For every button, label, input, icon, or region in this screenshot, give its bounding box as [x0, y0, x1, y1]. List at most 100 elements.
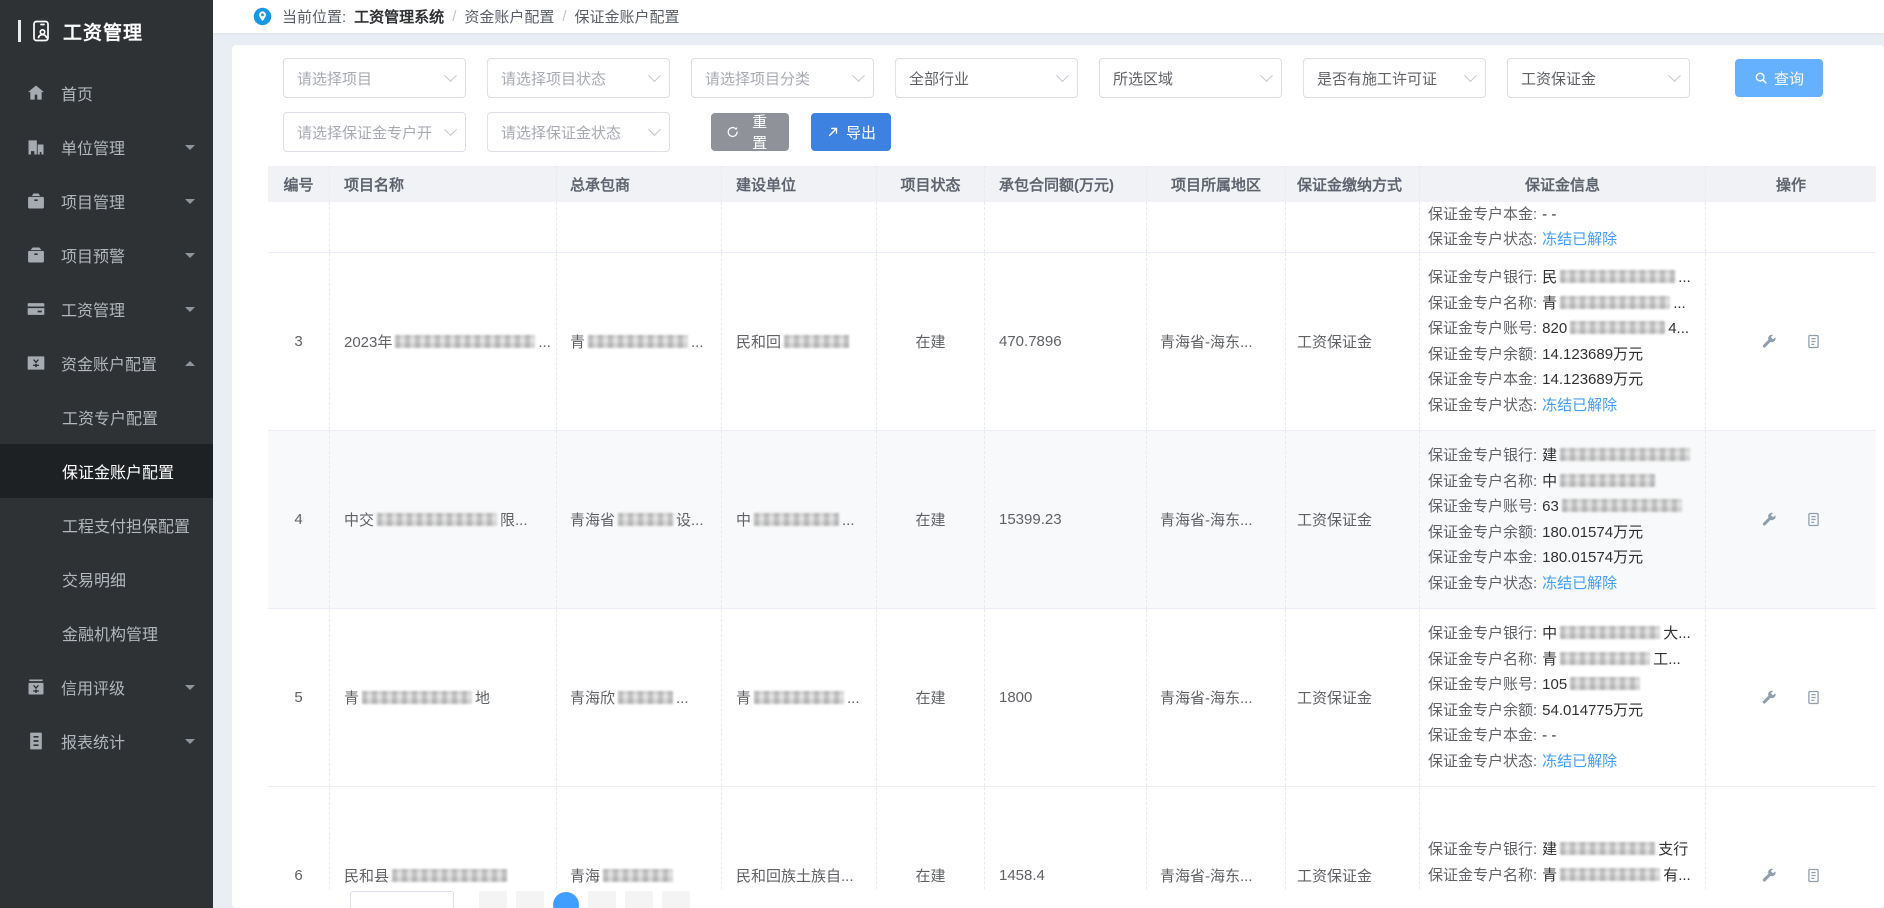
- cell-status: 在建: [877, 609, 985, 786]
- detail-doc-icon[interactable]: [1805, 511, 1822, 528]
- search-button[interactable]: 查询: [1735, 59, 1823, 97]
- breadcrumb: 当前位置: 工资管理系统 / 资金账户配置 / 保证金账户配置: [282, 6, 680, 27]
- cell-no: 3: [268, 253, 330, 430]
- pagination-next-button[interactable]: [662, 891, 690, 908]
- table-row-partial: 保证金专户本金:- - 保证金专户状态:冻结已解除: [268, 202, 1876, 253]
- cell-amount: 1458.4: [985, 787, 1147, 890]
- cell-amount: 15399.23: [985, 431, 1147, 608]
- col-header-operations: 操作: [1706, 166, 1876, 202]
- yuan-doc-icon: [26, 677, 46, 697]
- chevron-down-icon: [648, 69, 661, 82]
- cell-project-name: 青地: [330, 609, 557, 786]
- status-link[interactable]: 冻结已解除: [1542, 397, 1617, 414]
- select-deposit-account-bank[interactable]: 请选择保证金专户开: [283, 112, 466, 152]
- chevron-down-icon: [1056, 69, 1069, 82]
- select-industry[interactable]: 全部行业: [895, 58, 1078, 98]
- cell-method: 工资保证金: [1286, 253, 1420, 430]
- status-link[interactable]: 冻结已解除: [1542, 753, 1617, 770]
- clipboard-icon: [26, 731, 46, 751]
- select-deposit-status[interactable]: 请选择保证金状态: [487, 112, 670, 152]
- select-project-category[interactable]: 请选择项目分类: [691, 58, 874, 98]
- breadcrumb-root[interactable]: 工资管理系统: [354, 6, 444, 27]
- pagination: [350, 891, 690, 908]
- col-header-method: 保证金缴纳方式: [1286, 166, 1420, 202]
- cell-no: 6: [268, 787, 330, 890]
- select-construction-permit[interactable]: 是否有施工许可证: [1303, 58, 1486, 98]
- detail-doc-icon[interactable]: [1805, 689, 1822, 706]
- cell-contractor: 青海: [557, 787, 722, 890]
- detail-doc-icon[interactable]: [1805, 867, 1822, 884]
- sidebar-subitem-payment-guarantee-config[interactable]: 工程支付担保配置: [0, 498, 213, 552]
- cell-builder: 民和回: [722, 253, 877, 430]
- sidebar-item-credit-rating[interactable]: 信用评级: [0, 660, 213, 714]
- status-link[interactable]: 冻结已解除: [1542, 231, 1617, 248]
- sidebar-item-units[interactable]: 单位管理: [0, 120, 213, 174]
- select-project-status[interactable]: 请选择项目状态: [487, 58, 670, 98]
- col-header-project-name: 项目名称: [330, 166, 557, 202]
- sidebar-item-home[interactable]: 首页: [0, 66, 213, 120]
- pagination-page-size-select[interactable]: [350, 891, 454, 908]
- table-header-row: 编号 项目名称 总承包商 建设单位 项目状态 承包合同额(万元) 项目所属地区 …: [268, 166, 1876, 202]
- table-row-5: 5 青地 青海欣... 青... 在建 1800 青海省-海东... 工资保证金…: [268, 609, 1876, 787]
- pagination-page-button[interactable]: [625, 891, 653, 908]
- cell-status: 在建: [877, 787, 985, 890]
- sidebar-item-fund-accounts[interactable]: 资金账户配置: [0, 336, 213, 390]
- chevron-up-icon: [185, 361, 195, 366]
- cell-contractor: 青海省设...: [557, 431, 722, 608]
- wrench-icon[interactable]: [1760, 511, 1777, 528]
- cell-method: 工资保证金: [1286, 787, 1420, 890]
- chevron-down-icon: [185, 253, 195, 258]
- yuan-card-icon: [26, 353, 46, 373]
- sidebar-subitem-transaction-detail[interactable]: 交易明细: [0, 552, 213, 606]
- sidebar-subitem-deposit-account-config[interactable]: 保证金账户配置: [0, 444, 213, 498]
- cell-region: 青海省-海东...: [1147, 609, 1286, 786]
- pagination-active-page[interactable]: [553, 892, 579, 908]
- chevron-down-icon: [1464, 69, 1477, 82]
- app-logo: 工资管理: [0, 0, 213, 62]
- sidebar-subitem-wage-account-config[interactable]: 工资专户配置: [0, 390, 213, 444]
- select-deposit-type[interactable]: 工资保证金: [1507, 58, 1690, 98]
- breadcrumb-level2[interactable]: 保证金账户配置: [575, 6, 680, 27]
- chevron-down-icon: [1668, 69, 1681, 82]
- sidebar-item-project-warning[interactable]: 项目预警: [0, 228, 213, 282]
- status-link[interactable]: 冻结已解除: [1542, 575, 1617, 592]
- chevron-down-icon: [185, 199, 195, 204]
- cell-operations: [1706, 253, 1876, 430]
- wrench-icon[interactable]: [1760, 689, 1777, 706]
- export-button[interactable]: 导出: [811, 113, 891, 151]
- badge-icon: [29, 19, 53, 43]
- sidebar-item-report-statistics[interactable]: 报表统计: [0, 714, 213, 768]
- breadcrumb-level1[interactable]: 资金账户配置: [464, 6, 554, 27]
- cell-builder: 民和回族土族自...: [722, 787, 877, 890]
- detail-doc-icon[interactable]: [1805, 333, 1822, 350]
- cell-operations: [1706, 787, 1876, 890]
- chevron-down-icon: [185, 145, 195, 150]
- wrench-icon[interactable]: [1760, 333, 1777, 350]
- content-card: 请选择项目 请选择项目状态 请选择项目分类 全部行业 所选区域 是否有施工许可证…: [232, 45, 1884, 908]
- refresh-icon: [726, 125, 739, 139]
- sidebar-menu: 首页 单位管理 项目管理 项目预警 工资管理 资金账户配置 工资专户: [0, 62, 213, 768]
- sidebar-subitem-financial-institution[interactable]: 金融机构管理: [0, 606, 213, 660]
- search-icon: [1754, 71, 1768, 85]
- pagination-page-button[interactable]: [588, 891, 616, 908]
- reset-button[interactable]: 重置: [711, 113, 789, 151]
- cell-contractor: 青...: [557, 253, 722, 430]
- table-body: 保证金专户本金:- - 保证金专户状态:冻结已解除 3 2023年... 青..…: [268, 202, 1876, 890]
- chevron-down-icon: [444, 123, 457, 136]
- deposit-info-cell: 保证金专户银行:民... 保证金专户名称:青... 保证金专户账号:8204..…: [1420, 253, 1706, 430]
- cell-project-name: 中交限...: [330, 431, 557, 608]
- cell-region: 青海省-海东...: [1147, 253, 1286, 430]
- wrench-icon[interactable]: [1760, 867, 1777, 884]
- select-project[interactable]: 请选择项目: [283, 58, 466, 98]
- select-region[interactable]: 所选区域: [1099, 58, 1282, 98]
- sidebar-item-wage[interactable]: 工资管理: [0, 282, 213, 336]
- pagination-page-button[interactable]: [516, 891, 544, 908]
- sidebar: 工资管理 首页 单位管理 项目管理 项目预警 工资管理 资金账户配: [0, 0, 213, 908]
- cell-status: 在建: [877, 431, 985, 608]
- cell-no: 4: [268, 431, 330, 608]
- pagination-prev-button[interactable]: [479, 891, 507, 908]
- deposit-info-cell: 保证金专户本金:- - 保证金专户状态:冻结已解除: [1420, 202, 1706, 252]
- sidebar-item-projects[interactable]: 项目管理: [0, 174, 213, 228]
- cell-no: 5: [268, 609, 330, 786]
- home-icon: [26, 83, 46, 103]
